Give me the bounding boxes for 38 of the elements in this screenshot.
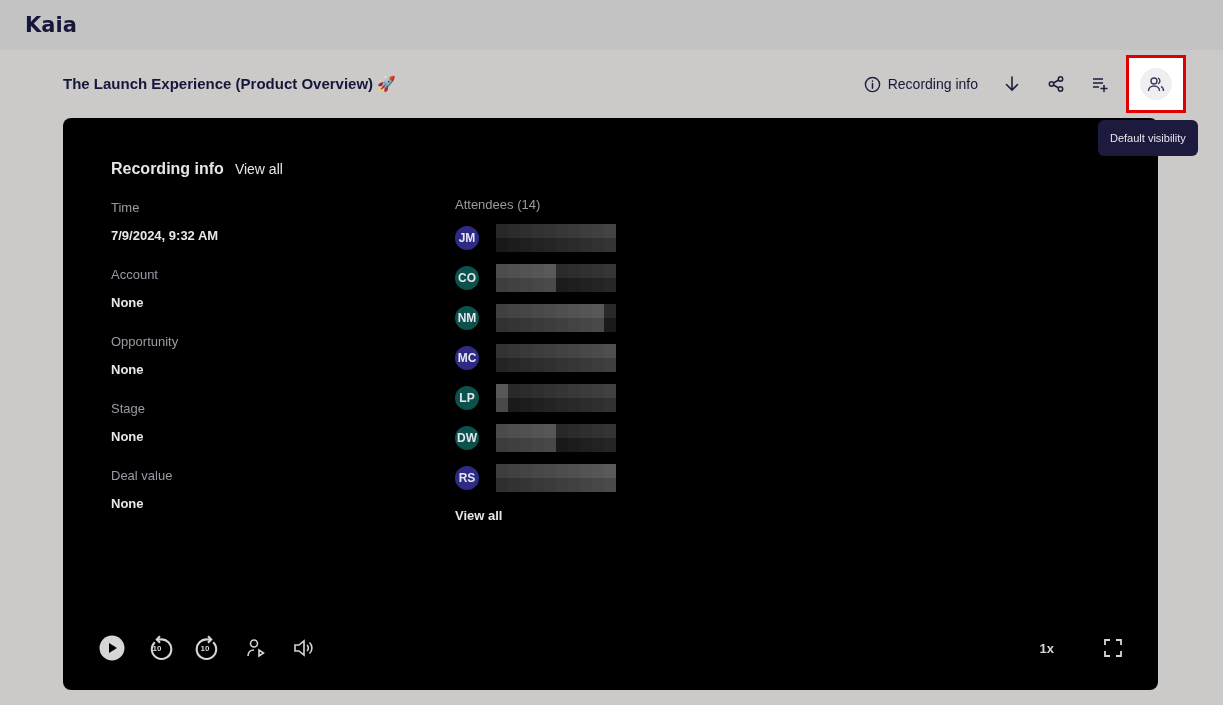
field-label: Opportunity (111, 334, 180, 349)
attendees-heading: Attendees (14) (455, 197, 542, 212)
share-icon (1047, 75, 1065, 93)
fullscreen-icon (1103, 638, 1123, 658)
app-name: Kaia (25, 13, 77, 37)
tooltip: Default visibility (1098, 120, 1198, 156)
playback-speed-button[interactable]: 1x (1033, 639, 1060, 657)
forward-button[interactable]: 10 (193, 632, 223, 664)
field-label: Time (111, 200, 141, 215)
field-value: None (111, 295, 145, 310)
attendee-avatar: JM (455, 226, 479, 250)
field-value: 7/9/2024, 9:32 AM (111, 228, 220, 243)
field-value: None (111, 496, 145, 511)
volume-icon (293, 638, 315, 658)
panel-title: Recording info (111, 160, 224, 178)
attendee-avatar: RS (455, 466, 479, 490)
add-to-list-icon (1091, 75, 1109, 93)
attendee-avatar: DW (455, 426, 479, 450)
info-icon (863, 75, 881, 93)
attendee-avatar: CO (455, 266, 479, 290)
recording-title: The Launch Experience (Product Overview) 🚀 (63, 75, 397, 93)
view-all-link[interactable]: View all (455, 508, 619, 523)
field-label: Account (111, 267, 159, 282)
attendee-avatar: MC (455, 346, 479, 370)
field-value: None (111, 362, 145, 377)
play-icon (99, 635, 125, 661)
view-all-link[interactable]: View all (234, 161, 283, 177)
field-label: Deal value (111, 468, 174, 483)
attendee-avatar: LP (455, 386, 479, 410)
person-play-icon (246, 638, 266, 658)
attendee-avatar: NM (455, 306, 479, 330)
rewind-button[interactable]: 10 (145, 632, 175, 664)
recording-info-button[interactable]: Recording info (855, 69, 986, 99)
download-icon (1003, 75, 1021, 93)
field-label: Stage (111, 401, 146, 416)
field-value: None (111, 429, 145, 444)
people-icon (1147, 75, 1165, 93)
visibility-button[interactable] (1140, 68, 1172, 100)
